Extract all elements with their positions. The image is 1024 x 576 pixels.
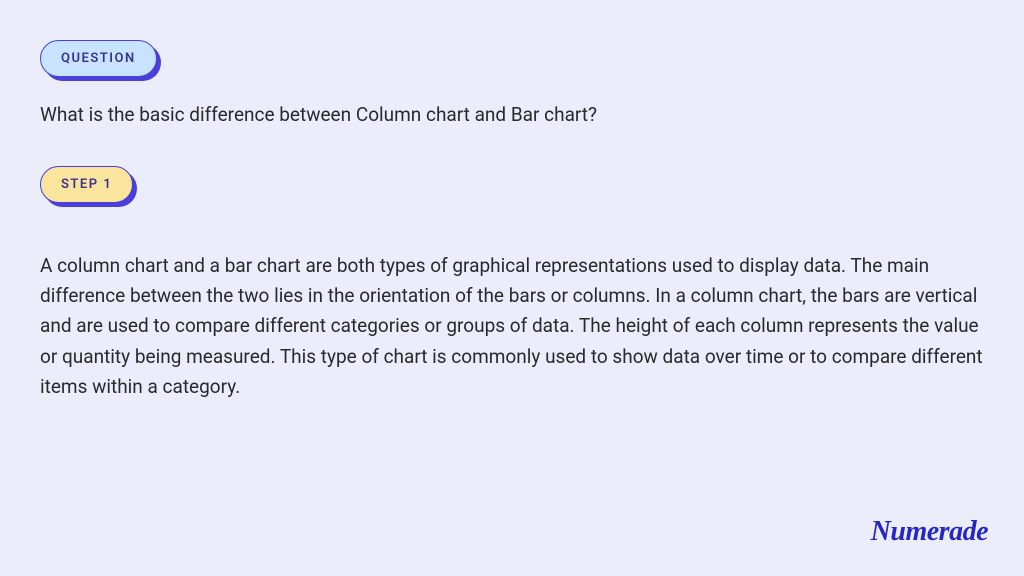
question-badge-container: QUESTION bbox=[40, 40, 157, 77]
question-badge: QUESTION bbox=[40, 40, 157, 77]
brand-logo: Numerade bbox=[871, 516, 988, 548]
step-text: A column chart and a bar chart are both … bbox=[40, 251, 984, 403]
question-text: What is the basic difference between Col… bbox=[40, 101, 984, 130]
step-badge: STEP 1 bbox=[40, 166, 133, 203]
step-badge-container: STEP 1 bbox=[40, 166, 133, 203]
